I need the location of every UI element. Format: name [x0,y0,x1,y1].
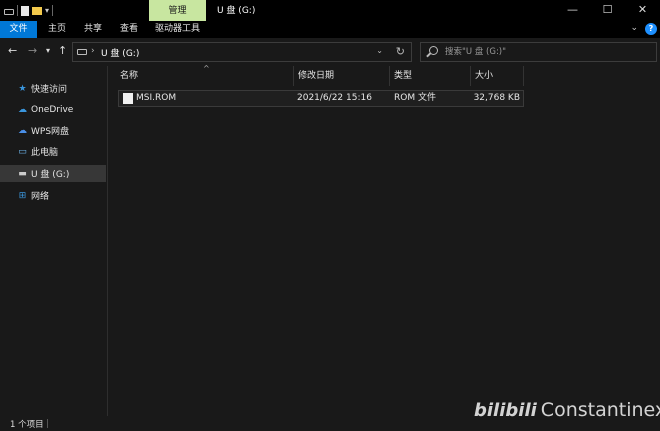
sidebar-item-label: OneDrive [31,104,74,115]
cloud-icon: ☁ [18,125,27,136]
tab-file[interactable]: 文件 [0,21,37,38]
sidebar-item-label: 网络 [31,192,50,202]
address-bar[interactable]: › U 盘 (G:) ⌄ ↻ [72,42,412,62]
network-icon: ⊞ [18,190,27,201]
sidebar-item-label: 快速访问 [31,85,68,95]
file-name: MSI.ROM [136,93,177,103]
file-modified: 2021/6/22 15:16 [297,93,372,103]
navigation-bar: ← → ▾ ↑ › U 盘 (G:) ⌄ ↻ [0,38,660,66]
breadcrumb-separator-icon[interactable]: › [91,46,95,56]
forward-icon[interactable]: → [28,44,37,57]
search-box[interactable] [420,42,657,62]
file-list: ^ 名称 修改日期 类型 大小 MSI.ROM 2021/6/22 15:16 … [108,64,660,416]
chevron-down-icon[interactable]: ⌄ [630,23,638,33]
column-header-size[interactable]: 大小 [471,66,524,86]
file-icon [123,93,133,104]
search-input[interactable] [445,45,650,59]
recent-locations-icon[interactable]: ▾ [46,46,50,55]
bilibili-logo: bilibili [474,400,537,421]
window-title: U 盘 (G:) [217,6,256,16]
computer-icon: ▭ [18,146,27,157]
help-icon[interactable]: ? [645,23,657,35]
tab-manage[interactable]: 管理 [149,0,206,21]
sidebar-item-label: WPS网盘 [31,127,70,137]
properties-icon[interactable] [21,5,29,16]
sidebar-item-usb-drive[interactable]: ▬ U 盘 (G:) [0,165,106,182]
sidebar-item-label: U 盘 (G:) [31,170,70,180]
drive-icon [4,8,14,15]
sidebar-item-onedrive[interactable]: ☁ OneDrive [0,101,106,118]
cloud-icon: ☁ [18,104,27,115]
watermark: bilibili Constantinex [474,399,660,421]
tab-share[interactable]: 共享 [77,21,109,38]
breadcrumb[interactable]: U 盘 (G:) [101,46,139,59]
search-icon [429,46,438,55]
ribbon: 文件 主页 共享 查看 驱动器工具 ⌄ ? [0,21,660,38]
sidebar-item-network[interactable]: ⊞ 网络 [0,187,106,204]
customize-toolbar-icon[interactable]: ▾ [45,6,49,15]
new-folder-icon[interactable] [32,6,42,15]
minimize-icon[interactable]: — [555,0,590,21]
up-icon[interactable]: ↑ [58,44,67,57]
maximize-icon[interactable]: ☐ [590,0,625,21]
title-bar: ▾ 管理 U 盘 (G:) — ☐ ✕ [0,0,660,21]
quick-access-toolbar: ▾ [4,3,54,18]
tab-view[interactable]: 查看 [113,21,145,38]
usb-drive-icon: ▬ [18,168,27,179]
divider [47,419,48,428]
sidebar-item-this-pc[interactable]: ▭ 此电脑 [0,143,106,160]
window-controls: — ☐ ✕ [555,0,660,21]
drive-icon [77,49,87,55]
table-row[interactable]: MSI.ROM 2021/6/22 15:16 ROM 文件 32,768 KB [118,90,524,107]
column-header-type[interactable]: 类型 [390,66,471,86]
tab-home[interactable]: 主页 [41,21,73,38]
sidebar-item-wps-cloud[interactable]: ☁ WPS网盘 [0,122,106,139]
refresh-icon[interactable]: ↻ [396,45,405,58]
star-icon: ★ [18,83,27,94]
chevron-down-icon[interactable]: ⌄ [376,46,383,55]
navigation-pane: ★ 快速访问 ☁ OneDrive ☁ WPS网盘 ▭ 此电脑 ▬ U 盘 (G… [0,66,108,416]
column-header-name[interactable]: 名称 [116,66,294,86]
file-type: ROM 文件 [394,93,436,103]
column-header-modified[interactable]: 修改日期 [294,66,390,86]
sidebar-item-quick-access[interactable]: ★ 快速访问 [0,80,106,97]
tab-drive-tools[interactable]: 驱动器工具 [149,21,206,38]
back-icon[interactable]: ← [8,44,17,57]
watermark-text: Constantinex [540,399,660,421]
close-icon[interactable]: ✕ [625,0,660,21]
file-size: 32,768 KB [473,93,520,103]
item-count: 1 个项目 [10,420,44,430]
divider [52,5,54,16]
sidebar-item-label: 此电脑 [31,148,59,158]
divider [17,5,18,16]
